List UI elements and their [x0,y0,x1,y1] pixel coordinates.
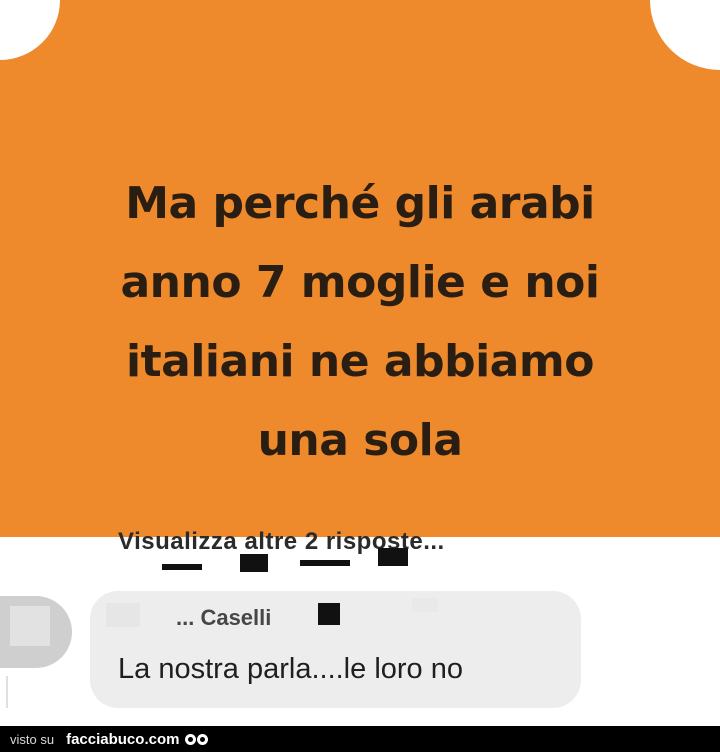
avatar-blur [10,606,50,646]
post-text: Ma perché gli arabi anno 7 moglie e noi … [40,164,680,480]
post-line-2: anno 7 moglie e noi [120,257,600,308]
commenter-name-blur [106,603,140,627]
footer-site-label: facciabuco.com [66,730,180,748]
post-line-1: Ma perché gli arabi [125,178,595,229]
eyes-icon [185,733,209,745]
comment-text: La nostra parla....le loro no [118,653,463,685]
footer-visto-label: visto su [10,731,55,747]
redaction-mark [378,548,408,566]
redaction-mark [162,564,202,570]
watermark-footer: visto su facciabuco.com [0,726,720,752]
commenter-name[interactable]: ... Caselli [176,605,271,631]
post-line-4: una sola [257,415,463,466]
post-card: Ma perché gli arabi anno 7 moglie e noi … [0,0,720,537]
redaction-mark [300,560,350,566]
eye-right [197,733,209,745]
redaction-blur [412,598,438,612]
redaction-mark [318,603,340,625]
post-line-3: italiani ne abbiamo [126,336,594,387]
commenter-avatar[interactable] [0,596,72,668]
thread-line [6,676,8,708]
post-corner-right [650,0,720,70]
redaction-mark [240,554,268,572]
post-corner-left [0,0,60,60]
eye-left [185,733,197,745]
